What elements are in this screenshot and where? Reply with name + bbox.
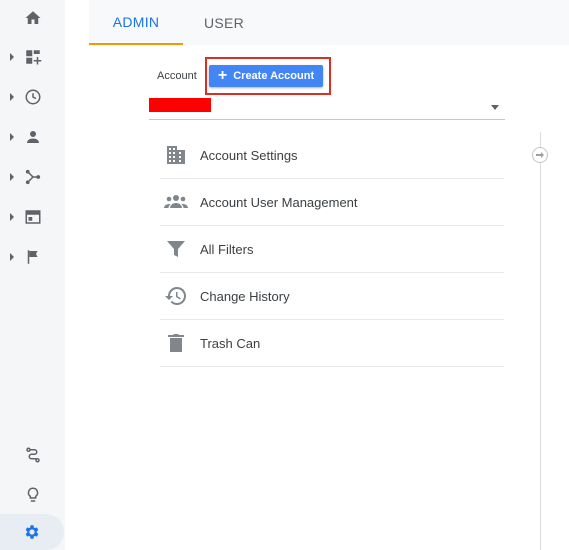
tab-admin[interactable]: ADMIN <box>89 0 183 45</box>
plus-icon: + <box>217 67 228 84</box>
filter-icon <box>167 241 185 257</box>
list-item-account-settings[interactable]: Account Settings <box>160 132 504 179</box>
nav-insights[interactable] <box>0 477 65 513</box>
left-nav-rail <box>0 0 65 550</box>
gear-icon <box>25 525 39 539</box>
list-item-all-filters[interactable]: All Filters <box>160 226 504 273</box>
expand-caret-icon <box>10 173 14 181</box>
history-icon <box>165 286 187 305</box>
clock-icon <box>25 89 40 105</box>
nav-behavior[interactable] <box>0 199 65 235</box>
list-item-user-management[interactable]: Account User Management <box>160 179 504 226</box>
nav-audience[interactable] <box>0 119 65 155</box>
home-icon <box>25 11 40 24</box>
create-account-label: Create Account <box>233 70 315 82</box>
tab-user[interactable]: USER <box>183 0 265 45</box>
nav-discover[interactable] <box>0 437 65 473</box>
expand-caret-icon <box>10 53 14 61</box>
list-item-label: All Filters <box>200 241 254 257</box>
people-icon <box>164 195 188 208</box>
list-item-label: Account User Management <box>200 194 358 210</box>
nav-home[interactable] <box>0 0 65 36</box>
account-label: Account <box>157 70 197 82</box>
route-icon <box>25 447 40 463</box>
column-divider <box>540 132 541 550</box>
account-settings-list: Account Settings Account User Management… <box>160 132 504 367</box>
behavior-icon <box>25 210 40 224</box>
nav-acquisition[interactable] <box>0 159 65 195</box>
redacted-account-name <box>149 98 211 112</box>
trash-icon <box>168 334 184 352</box>
list-item-change-history[interactable]: Change History <box>160 273 504 320</box>
list-item-label: Trash Can <box>200 335 261 351</box>
nav-realtime[interactable] <box>0 79 65 115</box>
flag-icon <box>27 250 37 264</box>
list-item-label: Account Settings <box>200 147 298 163</box>
expand-caret-icon <box>10 133 14 141</box>
building-icon <box>167 146 185 164</box>
expand-caret-icon <box>10 253 14 261</box>
create-account-button[interactable]: + Create Account <box>209 65 323 87</box>
nav-conversions[interactable] <box>0 239 65 275</box>
list-item-label: Change History <box>200 288 290 304</box>
nav-customization[interactable] <box>0 39 65 75</box>
acquisition-icon <box>25 169 40 185</box>
dashboard-icon <box>25 50 41 65</box>
nav-admin[interactable] <box>0 514 64 550</box>
list-item-trash-can[interactable]: Trash Can <box>160 320 504 367</box>
expand-caret-icon <box>10 93 14 101</box>
expand-column-button[interactable] <box>532 147 548 163</box>
expand-caret-icon <box>10 213 14 221</box>
admin-tabs: ADMIN USER <box>89 0 569 45</box>
arrow-right-icon <box>536 152 544 158</box>
dropdown-arrow-icon <box>491 105 499 110</box>
person-icon <box>26 131 39 143</box>
lightbulb-icon <box>27 487 38 502</box>
